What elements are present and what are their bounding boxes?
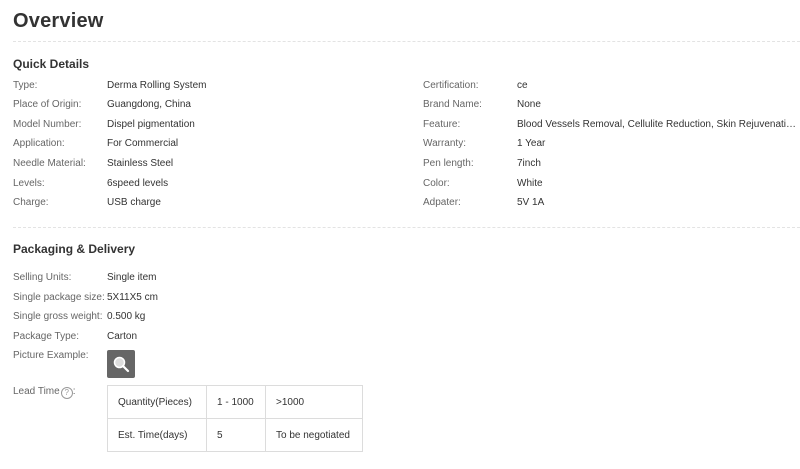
detail-value: Stainless Steel bbox=[107, 158, 174, 169]
packaging-value: 5X11X5 cm bbox=[107, 292, 158, 303]
packaging-value: Carton bbox=[107, 331, 138, 342]
detail-value: 7inch bbox=[517, 158, 541, 169]
table-row: Quantity(Pieces) 1 - 1000 >1000 bbox=[107, 385, 363, 419]
detail-label: Levels: bbox=[13, 178, 45, 189]
detail-label: Type: bbox=[13, 80, 38, 91]
detail-value: 1 Year bbox=[517, 138, 546, 149]
detail-value: 5V 1A bbox=[517, 197, 545, 208]
detail-label: Place of Origin: bbox=[13, 99, 82, 110]
help-icon[interactable]: ? bbox=[60, 387, 73, 399]
detail-label: Warranty: bbox=[423, 138, 466, 149]
detail-value: None bbox=[517, 99, 541, 110]
detail-value: White bbox=[517, 178, 543, 189]
table-cell: Quantity(Pieces) bbox=[107, 385, 207, 419]
picture-example-thumbnail[interactable] bbox=[107, 350, 135, 378]
packaging-label: Package Type: bbox=[13, 331, 79, 342]
title-divider bbox=[13, 41, 800, 42]
detail-label: Charge: bbox=[13, 197, 49, 208]
detail-value: USB charge bbox=[107, 197, 161, 208]
detail-label: Feature: bbox=[423, 119, 461, 130]
packaging-value: 0.500 kg bbox=[107, 311, 146, 322]
detail-label: Brand Name: bbox=[423, 99, 482, 110]
lead-time-text: Lead Time bbox=[13, 386, 60, 397]
lead-time-label: Lead Time?: bbox=[13, 386, 76, 399]
page-title: Overview bbox=[13, 10, 104, 32]
detail-label: Color: bbox=[423, 178, 450, 189]
table-cell: 1 - 1000 bbox=[206, 385, 266, 419]
detail-value: Derma Rolling System bbox=[107, 80, 207, 91]
packaging-title: Packaging & Delivery bbox=[13, 242, 136, 256]
quick-details-title: Quick Details bbox=[13, 57, 90, 71]
table-cell: Est. Time(days) bbox=[107, 418, 207, 452]
detail-value: ce bbox=[517, 80, 528, 91]
packaging-label: Single gross weight: bbox=[13, 311, 103, 322]
detail-label: Pen length: bbox=[423, 158, 474, 169]
table-cell: To be negotiated bbox=[265, 418, 363, 452]
detail-label: Model Number: bbox=[13, 119, 82, 130]
lead-time-table: Quantity(Pieces) 1 - 1000 >1000 Est. Tim… bbox=[107, 385, 363, 452]
section-divider bbox=[13, 227, 800, 228]
table-cell: 5 bbox=[206, 418, 266, 452]
detail-value: For Commercial bbox=[107, 138, 179, 149]
detail-value: 6speed levels bbox=[107, 178, 169, 189]
table-row: Est. Time(days) 5 To be negotiated bbox=[107, 418, 363, 452]
detail-label: Application: bbox=[13, 138, 65, 149]
packaging-value: Single item bbox=[107, 272, 157, 283]
packaging-label: Selling Units: bbox=[13, 272, 72, 283]
detail-label: Adpater: bbox=[423, 197, 461, 208]
packaging-label: Single package size: bbox=[13, 292, 105, 303]
detail-label: Needle Material: bbox=[13, 158, 86, 169]
detail-value: Dispel pigmentation bbox=[107, 119, 195, 130]
detail-label: Certification: bbox=[423, 80, 479, 91]
table-cell: >1000 bbox=[265, 385, 363, 419]
zoom-icon bbox=[113, 356, 130, 373]
detail-value: Guangdong, China bbox=[107, 99, 191, 110]
detail-value: Blood Vessels Removal, Cellulite Reducti… bbox=[517, 119, 797, 130]
packaging-label: Picture Example: bbox=[13, 350, 89, 361]
